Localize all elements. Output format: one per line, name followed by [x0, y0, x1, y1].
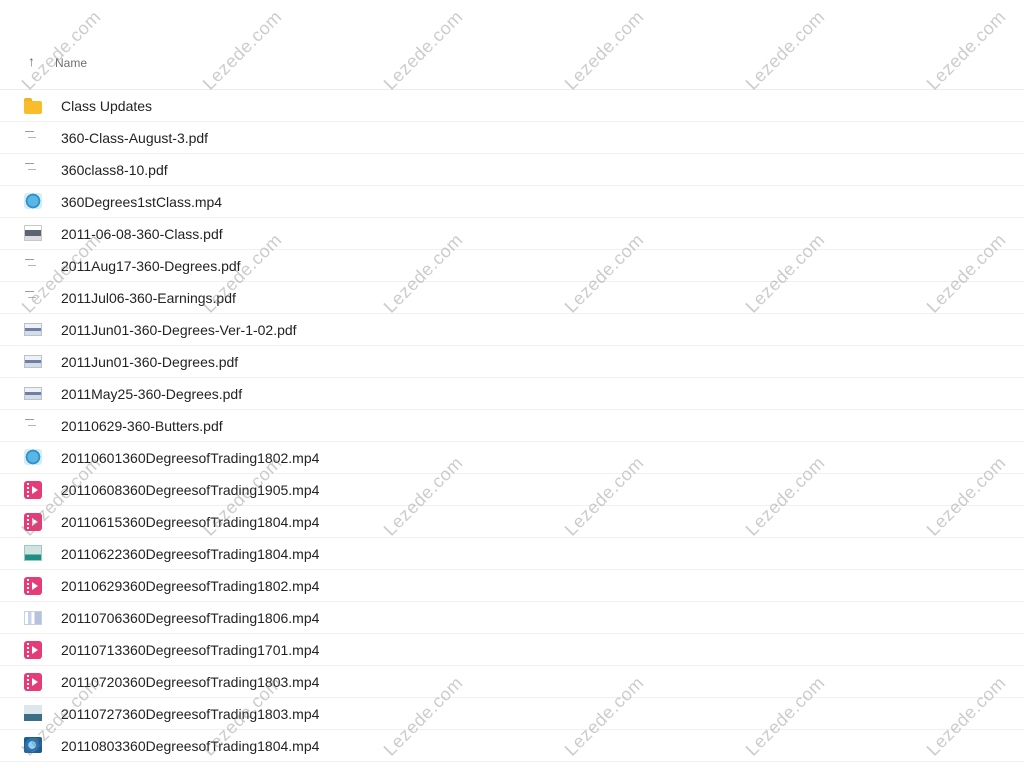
list-item[interactable]: 2011Aug17-360-Degrees.pdf	[0, 250, 1024, 282]
video-thumbnail-icon	[24, 545, 42, 561]
file-name: 20110727360DegreesofTrading1803.mp4	[61, 706, 320, 722]
list-item[interactable]: 20110803360DegreesofTrading1804.mp4	[0, 730, 1024, 762]
list-item[interactable]: 2011Jul06-360-Earnings.pdf	[0, 282, 1024, 314]
video-thumbnail-icon	[24, 737, 42, 753]
list-header: ↑ Name	[0, 48, 1024, 90]
list-item[interactable]: 360Degrees1stClass.mp4	[0, 186, 1024, 218]
list-item[interactable]: 2011Jun01-360-Degrees-Ver-1-02.pdf	[0, 314, 1024, 346]
file-name: 20110629360DegreesofTrading1802.mp4	[61, 578, 320, 594]
file-list: Class Updates 360-Class-August-3.pdf 360…	[0, 90, 1024, 762]
folder-icon	[24, 98, 42, 114]
file-name: 20110622360DegreesofTrading1804.mp4	[61, 546, 320, 562]
list-item[interactable]: 20110615360DegreesofTrading1804.mp4	[0, 506, 1024, 538]
name-column-header[interactable]: Name	[55, 56, 87, 70]
file-name: 2011Jul06-360-Earnings.pdf	[61, 290, 236, 306]
pdf-thumbnail-icon	[24, 257, 40, 271]
video-file-icon	[24, 577, 42, 595]
video-file-icon	[24, 513, 42, 531]
list-item[interactable]: 20110629-360-Butters.pdf	[0, 410, 1024, 442]
file-name: 20110608360DegreesofTrading1905.mp4	[61, 482, 320, 498]
list-item[interactable]: 20110601360DegreesofTrading1802.mp4	[0, 442, 1024, 474]
file-name: 2011May25-360-Degrees.pdf	[61, 386, 243, 402]
pdf-thumbnail-icon	[24, 355, 42, 368]
list-item[interactable]: 20110713360DegreesofTrading1701.mp4	[0, 634, 1024, 666]
pdf-thumbnail-icon	[24, 323, 42, 336]
file-name: 20110713360DegreesofTrading1701.mp4	[61, 642, 320, 658]
list-item[interactable]: 20110622360DegreesofTrading1804.mp4	[0, 538, 1024, 570]
list-item[interactable]: 2011-06-08-360-Class.pdf	[0, 218, 1024, 250]
pdf-thumbnail-icon	[24, 289, 40, 303]
list-item[interactable]: Class Updates	[0, 90, 1024, 122]
pdf-thumbnail-icon	[24, 129, 40, 143]
sort-ascending-icon[interactable]: ↑	[28, 53, 35, 69]
video-thumbnail-icon	[24, 193, 42, 209]
file-name: 360class8-10.pdf	[61, 162, 168, 178]
list-item[interactable]: 20110608360DegreesofTrading1905.mp4	[0, 474, 1024, 506]
file-name: 2011-06-08-360-Class.pdf	[61, 226, 223, 242]
list-item[interactable]: 20110720360DegreesofTrading1803.mp4	[0, 666, 1024, 698]
video-thumbnail-icon	[24, 611, 42, 625]
pdf-thumbnail-icon	[24, 161, 40, 175]
file-name: 20110803360DegreesofTrading1804.mp4	[61, 738, 320, 754]
file-name: 360Degrees1stClass.mp4	[61, 194, 223, 210]
file-name: 20110615360DegreesofTrading1804.mp4	[61, 514, 320, 530]
video-thumbnail-icon	[24, 705, 42, 721]
pdf-thumbnail-icon	[24, 387, 42, 400]
file-name: 2011Jun01-360-Degrees.pdf	[61, 354, 239, 370]
file-name: 2011Aug17-360-Degrees.pdf	[61, 258, 241, 274]
list-item[interactable]: 20110629360DegreesofTrading1802.mp4	[0, 570, 1024, 602]
file-name: 20110720360DegreesofTrading1803.mp4	[61, 674, 320, 690]
file-browser: ↑ Name Class Updates 360-Class-August-3.…	[0, 0, 1024, 768]
pdf-thumbnail-icon	[24, 417, 40, 431]
file-name: 2011Jun01-360-Degrees-Ver-1-02.pdf	[61, 322, 297, 338]
video-file-icon	[24, 641, 42, 659]
list-item[interactable]: 2011Jun01-360-Degrees.pdf	[0, 346, 1024, 378]
file-name: 20110601360DegreesofTrading1802.mp4	[61, 450, 320, 466]
file-name: 360-Class-August-3.pdf	[61, 130, 209, 146]
pdf-thumbnail-icon	[24, 225, 42, 241]
file-name: 20110629-360-Butters.pdf	[61, 418, 223, 434]
list-item[interactable]: 20110727360DegreesofTrading1803.mp4	[0, 698, 1024, 730]
list-item[interactable]: 360-Class-August-3.pdf	[0, 122, 1024, 154]
list-item[interactable]: 2011May25-360-Degrees.pdf	[0, 378, 1024, 410]
file-name: 20110706360DegreesofTrading1806.mp4	[61, 610, 320, 626]
video-file-icon	[24, 481, 42, 499]
list-item[interactable]: 360class8-10.pdf	[0, 154, 1024, 186]
video-file-icon	[24, 673, 42, 691]
video-thumbnail-icon	[24, 449, 42, 465]
file-name: Class Updates	[61, 98, 153, 114]
list-item[interactable]: 20110706360DegreesofTrading1806.mp4	[0, 602, 1024, 634]
